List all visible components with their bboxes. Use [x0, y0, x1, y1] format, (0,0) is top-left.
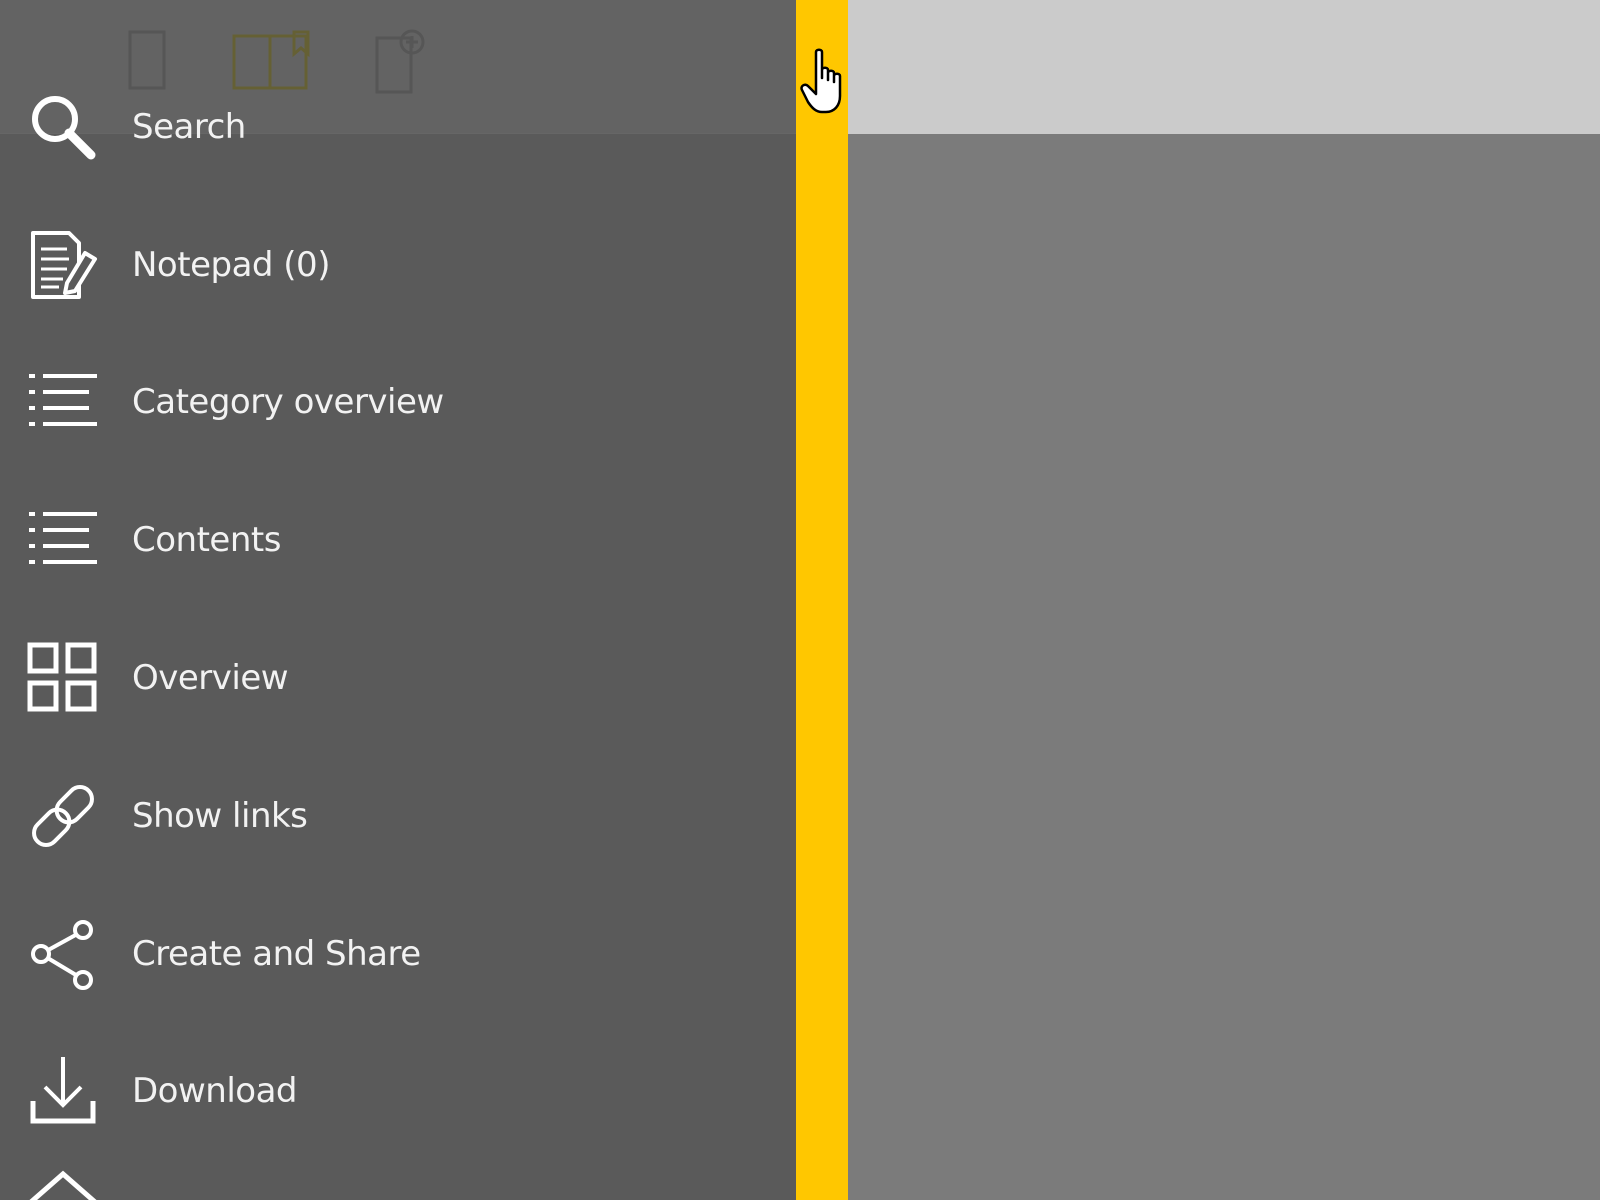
- share-icon: [27, 918, 99, 990]
- menu-item-label: Notepad (0): [132, 244, 330, 285]
- menu-item-contents[interactable]: Contents: [0, 471, 796, 609]
- side-menu-panel: Search Notepad (0) Category overview Con…: [0, 0, 796, 1200]
- search-icon: [27, 91, 99, 163]
- home-icon: [27, 1168, 99, 1200]
- grid-icon: [27, 642, 99, 714]
- menu-item-label: Overview: [132, 658, 289, 699]
- menu-item-label: Download: [132, 1071, 298, 1112]
- notepad-icon: [27, 229, 99, 301]
- menu-item-create-and-share[interactable]: Create and Share: [0, 885, 796, 1023]
- menu-item-search[interactable]: Search: [0, 58, 796, 196]
- menu-item-overview[interactable]: Overview: [0, 609, 796, 747]
- download-icon: [27, 1055, 99, 1127]
- menu-item-label: Create and Share: [132, 933, 421, 974]
- list-icon: [27, 366, 99, 438]
- app-root: Search Notepad (0) Category overview Con…: [0, 0, 1600, 1200]
- list-icon: [27, 504, 99, 576]
- content-area: [848, 0, 1600, 1200]
- link-icon: [27, 780, 99, 852]
- menu-list: Search Notepad (0) Category overview Con…: [0, 58, 796, 1200]
- menu-item-show-links[interactable]: Show links: [0, 747, 796, 885]
- menu-item-home[interactable]: [0, 1160, 796, 1200]
- panel-resize-handle[interactable]: [796, 0, 848, 1200]
- menu-item-label: Show links: [132, 795, 308, 836]
- content-header-bar: [848, 0, 1600, 134]
- menu-item-category-overview[interactable]: Category overview: [0, 334, 796, 472]
- menu-item-download[interactable]: Download: [0, 1023, 796, 1161]
- menu-item-notepad[interactable]: Notepad (0): [0, 196, 796, 334]
- menu-item-label: Category overview: [132, 382, 444, 423]
- menu-item-label: Contents: [132, 520, 281, 561]
- menu-item-label: Search: [132, 106, 246, 147]
